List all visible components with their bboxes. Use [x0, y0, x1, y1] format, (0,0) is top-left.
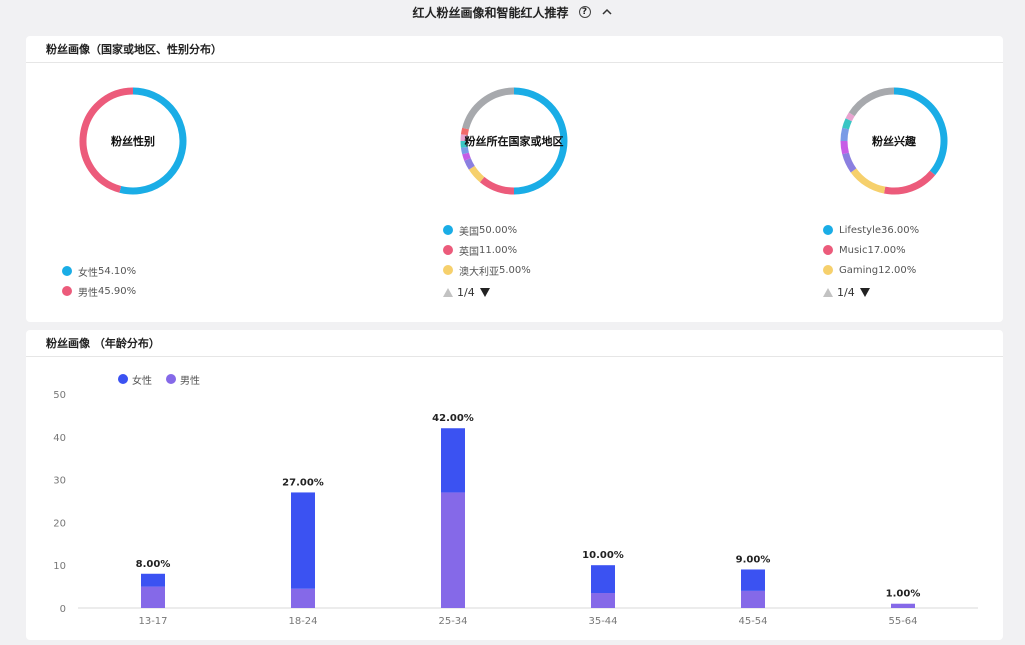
bar-female[interactable] [741, 569, 765, 591]
legend-value: 17.00% [867, 244, 906, 256]
legend-value: 11.00% [479, 244, 518, 256]
bar-male[interactable] [441, 492, 465, 608]
legend-value: 5.00% [499, 264, 531, 276]
legend-value: 36.00% [881, 224, 920, 236]
legend-dot-icon [823, 225, 833, 235]
y-tick-label: 10 [53, 561, 66, 572]
bar-total-label: 8.00% [136, 559, 171, 570]
legend-label: 美国 [459, 226, 479, 238]
country-legend-item[interactable]: 英国 11.00% [443, 240, 531, 260]
legend-label: Gaming [839, 264, 879, 276]
profile-card-title: 粉丝画像（国家或地区、性别分布） [26, 36, 1003, 63]
legend-dot-icon [443, 245, 453, 255]
page-title: 红人粉丝画像和智能红人推荐 [412, 5, 569, 20]
y-tick-label: 20 [53, 518, 66, 529]
y-tick-label: 50 [53, 390, 66, 401]
bar-male[interactable] [891, 603, 915, 608]
legend-dot-icon [823, 265, 833, 275]
bar-total-label: 42.00% [432, 413, 474, 424]
gender-legend-item[interactable]: 男性 45.90% [62, 281, 136, 301]
page-down-icon[interactable] [479, 287, 490, 297]
legend-dot-icon [62, 266, 72, 276]
legend-dot-icon [823, 245, 833, 255]
bar-total-label: 27.00% [282, 477, 324, 488]
y-tick-label: 30 [53, 476, 66, 487]
bar-male[interactable] [741, 590, 765, 608]
legend-label: 英国 [459, 246, 479, 258]
pager-text: 1/4 [457, 285, 475, 299]
country-donut: 粉丝所在国家或地区 [457, 84, 571, 198]
bar-female[interactable] [141, 573, 165, 587]
country-legend-pager: 1/4 [443, 282, 531, 302]
gender-legend: 女性 54.10% 男性 45.90% [62, 261, 136, 301]
gender-donut-label: 粉丝性别 [111, 135, 155, 148]
bar-female[interactable] [441, 428, 465, 493]
question-circle-icon[interactable]: ? [578, 6, 591, 18]
x-tick-label: 45-54 [738, 616, 767, 627]
legend-value: 54.10% [98, 265, 137, 277]
interest-legend-item[interactable]: Lifestyle 36.00% [823, 220, 919, 240]
age-card: 粉丝画像 （年龄分布） 女性 男性 0 10 20 30 40 50 8.00% 13-17 27… [26, 330, 1003, 640]
interest-legend: Lifestyle 36.00% Music 17.00% Gaming 12.00… [823, 220, 919, 302]
page-down-icon[interactable] [859, 287, 870, 297]
bar-male[interactable] [291, 588, 315, 608]
x-tick-label: 55-64 [888, 616, 917, 627]
x-tick-label: 35-44 [588, 616, 617, 627]
x-tick-label: 25-34 [438, 616, 467, 627]
page-up-icon[interactable] [823, 287, 833, 297]
country-legend-item[interactable]: 澳大利亚 5.00% [443, 260, 531, 280]
legend-dot-icon [62, 286, 72, 296]
country-donut-label: 粉丝所在国家或地区 [464, 135, 564, 148]
y-tick-label: 40 [53, 433, 66, 444]
legend-value: 12.00% [878, 264, 917, 276]
bar-total-label: 10.00% [582, 550, 624, 561]
bar-total-label: 1.00% [886, 589, 921, 600]
legend-label: 澳大利亚 [459, 266, 499, 278]
bar-female[interactable] [591, 565, 615, 594]
legend-label: Music [839, 244, 868, 256]
legend-dot-icon [443, 265, 453, 275]
x-tick-label: 13-17 [138, 616, 167, 627]
legend-label: 女性 [78, 267, 98, 279]
age-bar-chart: 0 10 20 30 40 50 8.00% 13-17 27.00% 18-24 42.00% 25… [53, 390, 978, 627]
country-legend-item[interactable]: 美国 50.00% [443, 220, 531, 240]
gender-donut: 粉丝性别 [76, 84, 190, 198]
interest-legend-item[interactable]: Gaming 12.00% [823, 260, 919, 280]
bar-female[interactable] [291, 492, 315, 589]
y-tick-label: 0 [60, 604, 66, 615]
interest-legend-item[interactable]: Music 17.00% [823, 240, 919, 260]
country-legend: 美国 50.00% 英国 11.00% 澳大利亚 5.00% 1/4 [443, 220, 531, 302]
legend-label: 男性 [78, 287, 98, 299]
x-tick-label: 18-24 [288, 616, 317, 627]
bar-total-label: 9.00% [736, 554, 771, 565]
interest-legend-pager: 1/4 [823, 282, 919, 302]
interest-donut-label: 粉丝兴趣 [872, 135, 916, 148]
page-up-icon[interactable] [443, 287, 453, 297]
profile-card: 粉丝画像（国家或地区、性别分布） 粉丝性别 女性 54.10% 男性 45.90%… [26, 36, 1003, 322]
legend-dot-icon [443, 225, 453, 235]
legend-label: Lifestyle [839, 224, 882, 236]
bar-male[interactable] [591, 593, 615, 608]
bar-male[interactable] [141, 586, 165, 608]
chevron-up-icon[interactable] [601, 6, 613, 18]
legend-value: 45.90% [98, 285, 137, 297]
legend-value: 50.00% [479, 224, 518, 236]
page-header: 红人粉丝画像和智能红人推荐 ? [0, 0, 1025, 24]
pager-text: 1/4 [837, 285, 855, 299]
interest-donut: 粉丝兴趣 [837, 84, 951, 198]
gender-legend-item[interactable]: 女性 54.10% [62, 261, 136, 281]
